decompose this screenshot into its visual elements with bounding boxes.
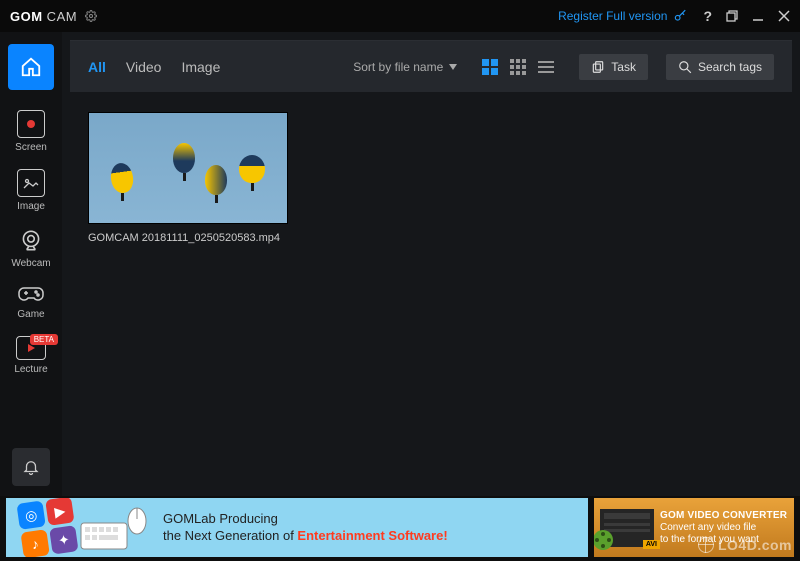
close-icon[interactable] [778, 10, 790, 22]
gallery-item-filename: GOMCAM 20181111_0250520583.mp4 [88, 232, 288, 244]
ad-graphics: ◎ ▶ ♪ ✦ [20, 500, 149, 555]
tab-video[interactable]: Video [126, 59, 162, 75]
restore-icon[interactable] [726, 10, 738, 22]
ad-text: GOMLab Producing the Next Generation of … [163, 511, 448, 544]
ad-converter-icon: AVI [600, 509, 654, 547]
gear-icon[interactable] [85, 10, 97, 22]
sidebar-item-label: Game [17, 309, 44, 320]
chevron-down-icon [449, 64, 457, 70]
task-icon [591, 60, 605, 74]
search-label: Search tags [698, 60, 762, 74]
sort-label: Sort by file name [353, 60, 443, 74]
task-button[interactable]: Task [579, 54, 648, 80]
view-large-grid-icon[interactable] [481, 58, 499, 76]
bell-icon [22, 458, 40, 476]
video-thumbnail[interactable] [88, 112, 288, 224]
help-icon[interactable]: ? [703, 8, 712, 24]
gallery-item[interactable]: GOMCAM 20181111_0250520583.mp4 [88, 112, 288, 244]
sidebar-notifications[interactable] [12, 448, 50, 486]
tab-all[interactable]: All [88, 59, 106, 75]
sidebar-item-label: Image [17, 201, 45, 212]
beta-badge: BETA [30, 334, 58, 345]
home-icon [20, 56, 42, 78]
ad-row: ◎ ▶ ♪ ✦ GOMLab Producing the Next Genera… [0, 496, 800, 561]
search-icon [678, 60, 692, 74]
main-area: All Video Image Sort by file name [62, 32, 800, 496]
sidebar: Screen Image Webcam Game BETA Lecture [0, 32, 62, 496]
gamepad-icon [17, 285, 45, 305]
sidebar-item-home[interactable] [8, 44, 54, 90]
key-icon [673, 9, 687, 23]
gallery: GOMCAM 20181111_0250520583.mp4 [70, 92, 792, 488]
brand-text: GOM CAM [10, 9, 77, 24]
view-list-icon[interactable] [537, 58, 555, 76]
brand: GOM CAM [10, 9, 97, 24]
sidebar-item-webcam[interactable]: Webcam [8, 222, 54, 275]
window-controls: ? [703, 8, 790, 24]
sidebar-item-lecture[interactable]: BETA Lecture [8, 330, 54, 381]
toolbar: All Video Image Sort by file name [70, 40, 792, 92]
screen-icon [17, 110, 45, 138]
task-label: Task [611, 60, 636, 74]
view-small-grid-icon[interactable] [509, 58, 527, 76]
sidebar-item-screen[interactable]: Screen [8, 104, 54, 159]
ad-gomlab[interactable]: ◎ ▶ ♪ ✦ GOMLab Producing the Next Genera… [6, 498, 588, 557]
image-icon [17, 169, 45, 197]
sidebar-item-image[interactable]: Image [8, 163, 54, 218]
view-options [481, 58, 555, 76]
sidebar-item-label: Lecture [14, 364, 47, 375]
ad-converter[interactable]: AVI GOM VIDEO CONVERTER Convert any vide… [594, 498, 794, 557]
keyboard-mouse-icon [79, 505, 149, 551]
titlebar: GOM CAM Register Full version ? [0, 0, 800, 32]
minimize-icon[interactable] [752, 10, 764, 22]
sort-dropdown[interactable]: Sort by file name [353, 60, 457, 74]
ad-converter-text: GOM VIDEO CONVERTER Convert any video fi… [660, 510, 787, 546]
tab-image[interactable]: Image [181, 59, 220, 75]
webcam-icon [18, 228, 44, 254]
filter-tabs: All Video Image [88, 59, 220, 75]
sidebar-item-label: Webcam [11, 258, 50, 269]
sidebar-item-label: Screen [15, 142, 47, 153]
register-link[interactable]: Register Full version [558, 9, 687, 23]
search-tags-button[interactable]: Search tags [666, 54, 774, 80]
sidebar-item-game[interactable]: Game [8, 279, 54, 326]
